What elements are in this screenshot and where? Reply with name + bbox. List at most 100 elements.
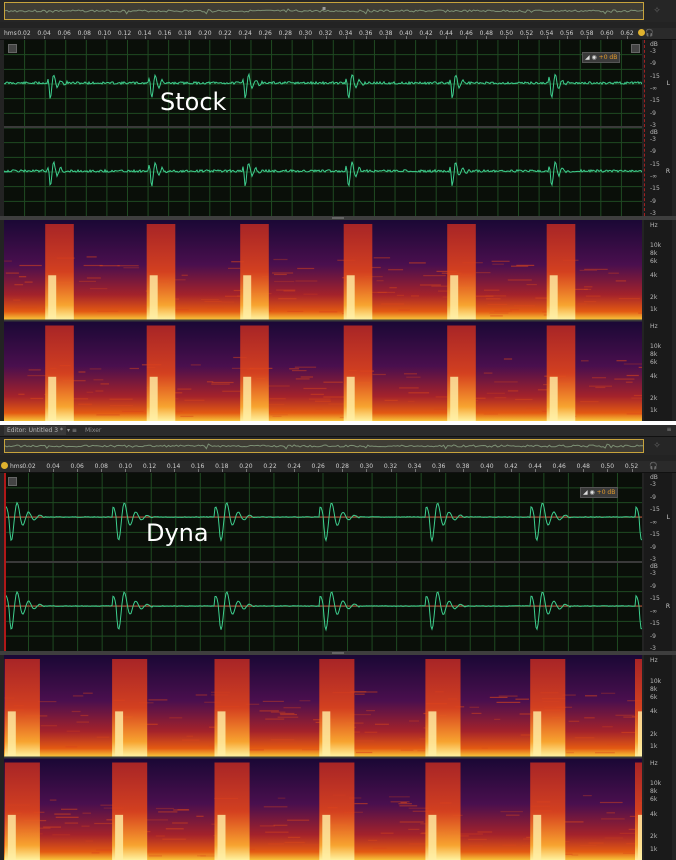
spectral-noise	[280, 714, 297, 716]
spectral-noise	[54, 813, 71, 815]
ruler-tick-mark	[607, 469, 609, 472]
ruler-tick-mark	[462, 469, 464, 472]
collapse-icon[interactable]	[631, 44, 640, 53]
zoom-icon[interactable]: ✧	[652, 6, 662, 16]
spectral-noise	[409, 720, 419, 722]
ruler-tick-mark	[535, 469, 537, 472]
spectral-noise	[14, 307, 37, 309]
ruler-tick-mark	[438, 469, 440, 472]
spectral-noise	[400, 749, 414, 751]
tab-editor[interactable]: Editor: Untitled 3 *	[4, 426, 66, 435]
spectral-noise	[109, 404, 133, 407]
ruler-tick-mark	[104, 36, 106, 39]
scale-unit-label: dB	[650, 474, 658, 481]
amplitude-tick-label: -9	[650, 632, 656, 640]
waveform-display[interactable]: ◢ ◉ +0 dB	[4, 473, 642, 651]
spectral-noise	[589, 385, 612, 387]
spectral-noise	[89, 288, 108, 290]
spectral-noise	[155, 807, 174, 810]
spectral-noise	[300, 376, 313, 378]
ruler-tick-mark	[446, 36, 448, 39]
spectral-noise	[373, 257, 391, 259]
tab-mixer[interactable]: Mixer	[82, 426, 104, 435]
playhead-marker-icon[interactable]	[638, 29, 645, 36]
spectral-noise	[96, 736, 110, 738]
ruler-tick-mark	[270, 469, 271, 472]
spectral-noise	[494, 381, 518, 383]
track-options-icon[interactable]	[8, 44, 17, 53]
tab-menu-chevron-icon[interactable]: ▾ ≡	[64, 426, 80, 435]
overview-grip-icon[interactable]: ▪	[322, 6, 327, 12]
spectral-noise	[78, 371, 86, 373]
spectral-transient-core	[450, 275, 459, 320]
channel-right-label: R	[665, 168, 670, 175]
spectral-noise	[491, 260, 510, 262]
spectral-noise	[302, 749, 321, 751]
amplitude-tick-label: -9	[650, 582, 656, 590]
spectral-noise	[476, 295, 494, 297]
spectral-noise	[355, 751, 373, 754]
frequency-tick-label: 4k	[650, 810, 658, 818]
spectral-noise	[388, 796, 410, 798]
zoom-icon[interactable]: ✧	[652, 441, 662, 451]
spectral-noise	[155, 835, 165, 837]
ruler-tick-mark	[245, 36, 247, 39]
spectral-noise	[173, 809, 190, 811]
spectral-noise	[406, 376, 421, 378]
spectral-noise	[43, 826, 61, 828]
frequency-tick-label: 1k	[650, 306, 658, 314]
spectral-noise	[158, 811, 178, 813]
spectral-noise	[614, 378, 635, 380]
spectral-noise	[526, 284, 537, 286]
spectral-noise	[601, 692, 616, 694]
spectral-noise	[310, 393, 324, 395]
spectral-noise	[129, 367, 139, 370]
spectral-noise	[110, 305, 123, 307]
spectral-noise	[71, 710, 81, 713]
ruler-tick-mark	[318, 469, 320, 472]
spectral-noise	[277, 716, 299, 718]
overview-navigator[interactable]: ▪ ✧	[0, 0, 676, 22]
spectral-transient-core	[549, 376, 558, 421]
amplitude-tick-label: -9	[650, 543, 656, 551]
gain-control[interactable]: ◢ ◉ +0 dB	[580, 487, 619, 498]
spectral-noise	[384, 399, 398, 401]
overview-navigator[interactable]: ✧	[0, 437, 676, 455]
time-ruler[interactable]: hms 0.02 0.04 0.06 0.08 0.10 0.12 0.14 0.16 0.18…	[0, 28, 676, 40]
track-options-icon[interactable]	[8, 477, 17, 486]
spectral-noise	[14, 284, 24, 286]
overview-range-handle[interactable]: ▪	[4, 2, 644, 20]
playhead-marker-icon[interactable]	[1, 462, 8, 469]
overview-range-handle[interactable]	[4, 439, 644, 453]
spectral-noise	[277, 797, 286, 799]
ruler-tick-mark	[204, 36, 206, 39]
spectral-frequency-display[interactable]	[4, 220, 642, 421]
spectral-noise	[364, 731, 378, 733]
spectral-noise	[269, 398, 286, 400]
spectral-noise	[91, 852, 100, 854]
frequency-tick-label: 2k	[650, 730, 658, 738]
spectral-noise	[86, 391, 94, 393]
headphones-icon[interactable]: 🎧	[645, 29, 654, 37]
spectral-transient-core	[115, 711, 124, 757]
spectral-noise	[265, 831, 289, 833]
ruler-tick-mark	[365, 36, 367, 39]
waveform-display[interactable]: ◢ ◉ +0 dB	[4, 40, 642, 216]
spectral-noise	[18, 276, 27, 278]
spectral-noise	[578, 303, 587, 305]
gain-control[interactable]: ◢ ◉ +0 dB	[582, 52, 621, 63]
frequency-tick-label: 6k	[650, 358, 658, 366]
scale-unit-label: Hz	[650, 759, 658, 767]
panel-menu-icon[interactable]: ≡	[664, 426, 674, 434]
spectral-noise	[398, 309, 410, 311]
spectral-frequency-display[interactable]	[4, 655, 642, 860]
channel-left-label: L	[666, 513, 670, 521]
frequency-tick-label: 1k	[650, 406, 658, 414]
headphones-icon[interactable]: 🎧	[649, 462, 658, 470]
frequency-scale: Hz 10k 8k 6k 4k 2k 1k Hz 10k 8k 6k 4k 2k 1k	[644, 655, 672, 860]
ruler-tick-mark	[486, 36, 488, 39]
spectral-noise	[190, 364, 201, 366]
spectral-noise	[618, 298, 640, 300]
ruler-tick-mark	[221, 469, 223, 472]
time-ruler[interactable]: hms 0.02 0.04 0.06 0.08 0.10 0.12 0.14 0.16 0.18…	[0, 461, 676, 473]
